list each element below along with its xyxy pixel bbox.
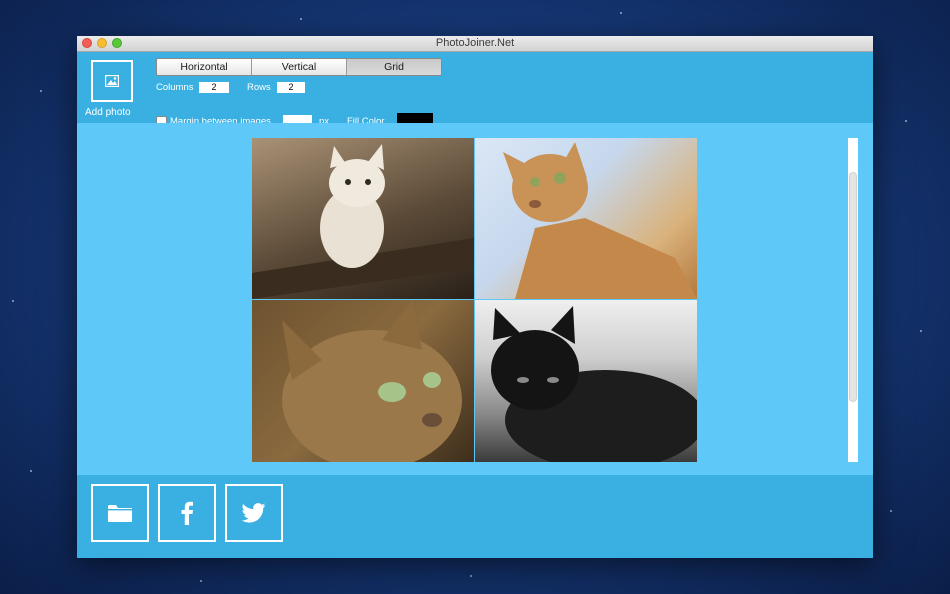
layout-segmented-control: Horizontal Vertical Grid: [156, 58, 442, 76]
grid-image-white-kitten[interactable]: [252, 138, 474, 299]
toolbar: Add photo Horizontal Vertical Grid Colum…: [77, 52, 873, 127]
window-title: PhotoJoiner.Net: [435, 37, 515, 49]
save-folder-button[interactable]: [91, 484, 149, 542]
photo-grid: [252, 138, 698, 462]
preview-area: [77, 123, 873, 475]
facebook-icon: [181, 501, 193, 525]
vertical-scrollbar[interactable]: [848, 138, 858, 462]
grid-image-black-cat[interactable]: [475, 300, 697, 462]
tab-horizontal[interactable]: Horizontal: [157, 59, 252, 75]
twitter-share-button[interactable]: [225, 484, 283, 542]
scrollbar-thumb[interactable]: [849, 172, 857, 402]
add-photo-button[interactable]: [91, 60, 133, 102]
folder-icon: [108, 505, 132, 522]
image-icon: [105, 75, 119, 87]
tab-grid[interactable]: Grid: [347, 59, 441, 75]
add-photo-label: Add photo: [85, 107, 131, 118]
columns-label: Columns: [156, 82, 194, 93]
rows-input[interactable]: 2: [277, 82, 305, 93]
share-bar: [77, 476, 873, 558]
rows-label: Rows: [247, 82, 271, 93]
grid-image-tabby-cat[interactable]: [252, 300, 474, 462]
title-bar: PhotoJoiner.Net: [77, 36, 873, 52]
tab-vertical[interactable]: Vertical: [252, 59, 347, 75]
facebook-share-button[interactable]: [158, 484, 216, 542]
columns-input[interactable]: 2: [199, 82, 229, 93]
twitter-icon: [242, 503, 266, 523]
app-window: PhotoJoiner.Net Add photo Horizontal Ver…: [77, 36, 873, 558]
grid-image-bengal-cat[interactable]: [475, 138, 697, 299]
